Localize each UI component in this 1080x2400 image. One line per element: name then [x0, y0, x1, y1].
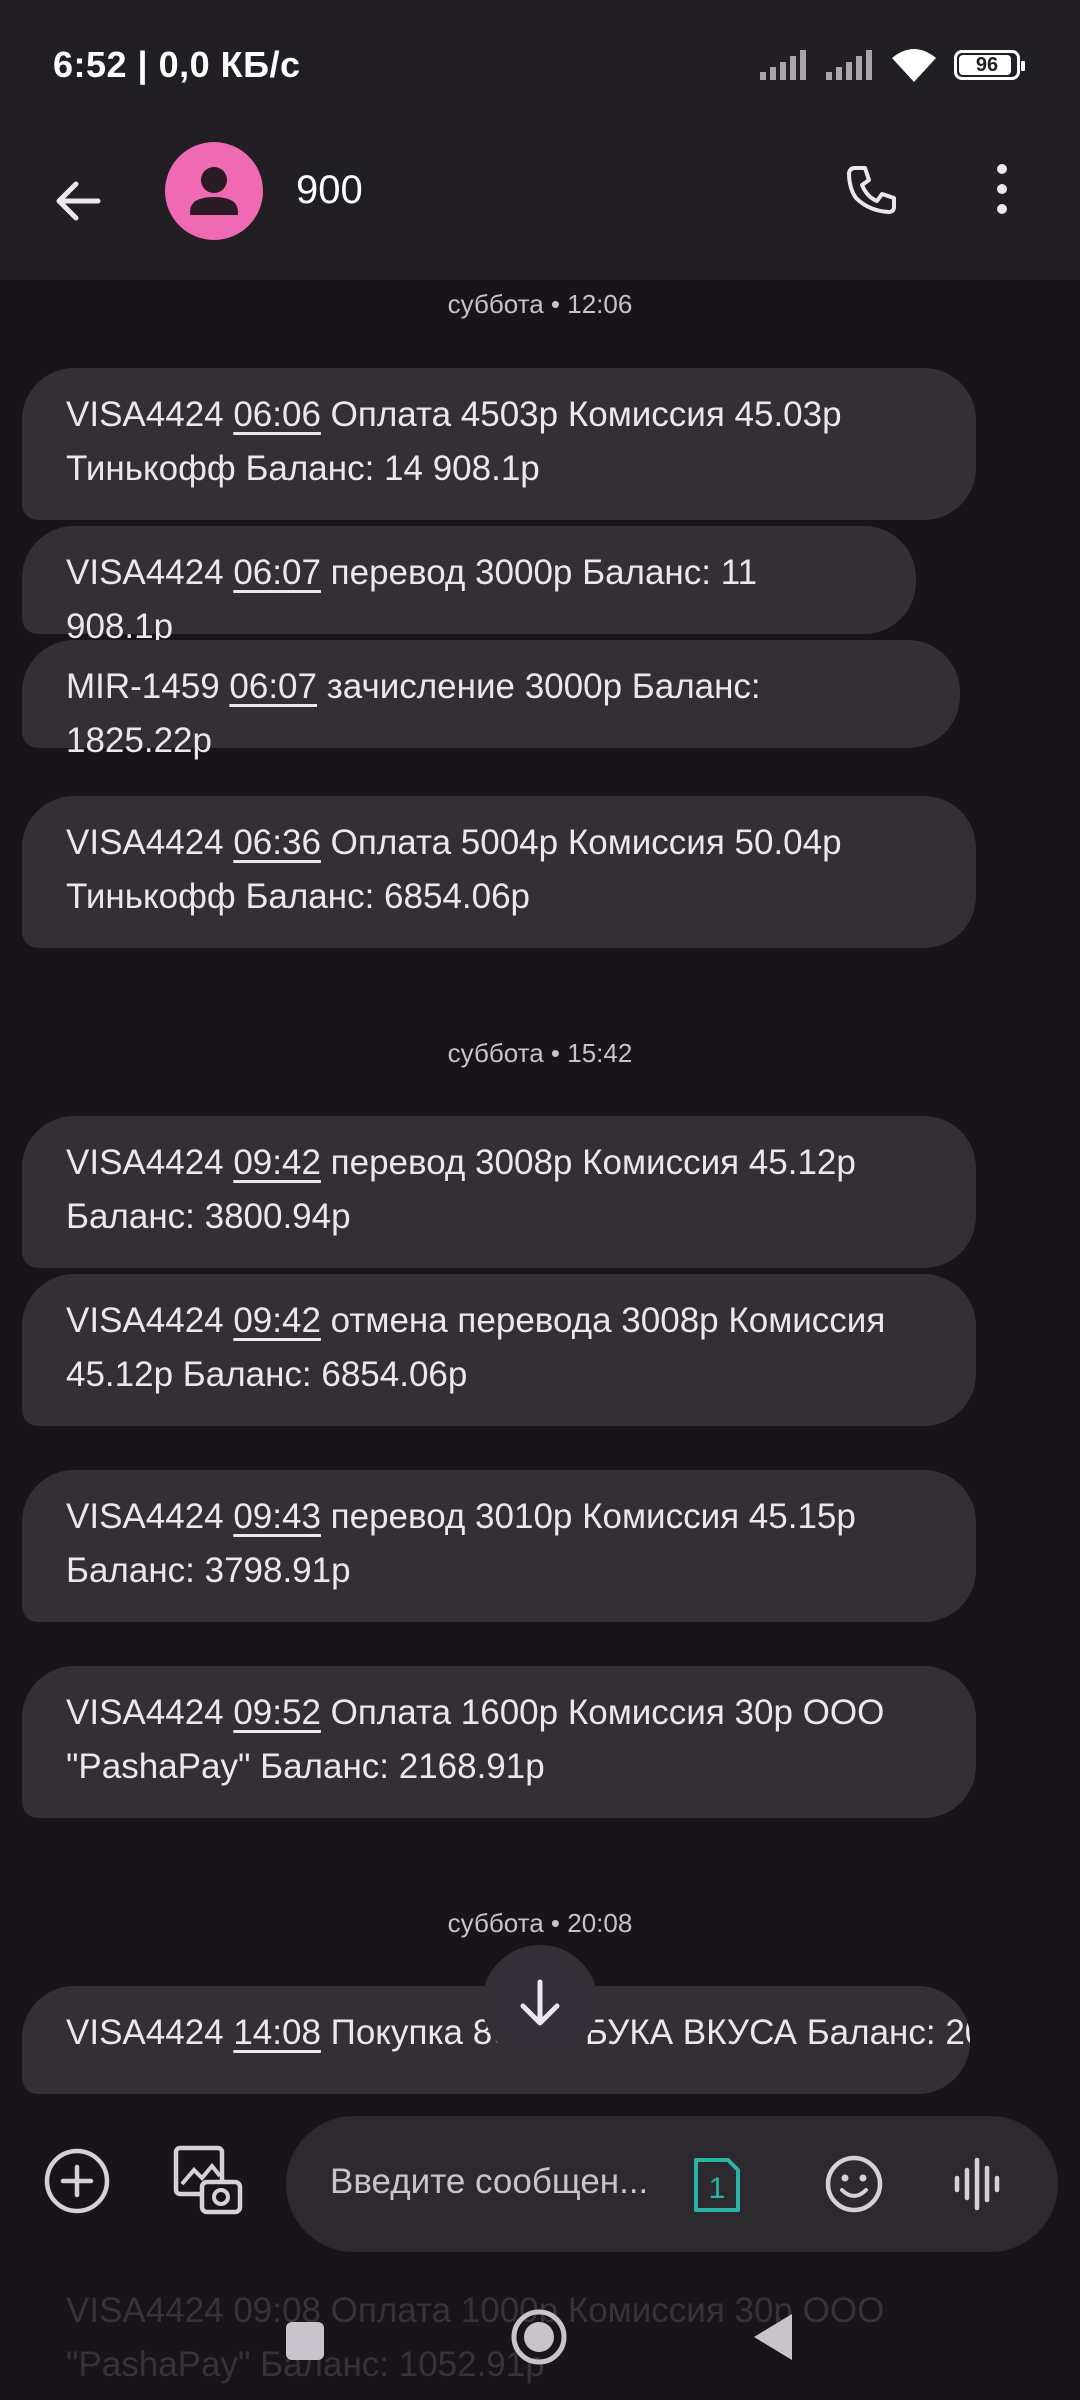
avatar[interactable]: [165, 142, 263, 240]
voice-icon[interactable]: [952, 2154, 1002, 2214]
message-bubble[interactable]: VISA4424 09:42 отмена перевода 3008р Ком…: [22, 1274, 976, 1426]
system-nav-bar: [0, 2260, 1080, 2400]
message-input[interactable]: Введите сообщен... 1: [286, 2116, 1058, 2252]
gallery-icon[interactable]: [172, 2144, 244, 2216]
battery-level: 96: [975, 53, 999, 76]
message-bubble[interactable]: VISA4424 09:52 Оплата 1600р Комиссия 30р…: [22, 1666, 976, 1818]
message-time[interactable]: 06:07: [233, 553, 321, 592]
message-bubble[interactable]: VISA4424 06:07 перевод 3000р Баланс: 11 …: [22, 526, 916, 646]
message-bubble[interactable]: VISA4424 09:43 перевод 3010р Комиссия 45…: [22, 1470, 976, 1622]
signal-icon: [760, 50, 806, 80]
message-time[interactable]: 09:42: [233, 1301, 321, 1340]
conversation-header: 900: [0, 130, 1080, 280]
arrow-back-icon[interactable]: [48, 172, 106, 230]
contact-name[interactable]: 900: [296, 168, 363, 213]
message-bubble[interactable]: VISA4424 06:06 Оплата 4503р Комиссия 45.…: [22, 368, 976, 520]
sim-label: 1: [709, 2172, 726, 2205]
recents-square-icon[interactable]: [286, 2322, 324, 2360]
sim-icon[interactable]: 1: [692, 2156, 742, 2214]
wifi-icon: [892, 49, 936, 82]
home-circle-icon[interactable]: [510, 2308, 568, 2366]
message-time[interactable]: 14:08: [233, 2013, 321, 2052]
status-time-speed: 6:52 | 0,0 КБ/с: [53, 44, 301, 85]
message-bubble[interactable]: VISA4424 06:36 Оплата 5004р Комиссия 50.…: [22, 796, 976, 948]
emoji-icon[interactable]: [824, 2154, 884, 2214]
more-vert-icon[interactable]: [985, 160, 1019, 218]
scroll-to-bottom-button[interactable]: [482, 1945, 598, 2061]
arrow-down-icon: [520, 1979, 560, 2026]
message-time[interactable]: 06:07: [229, 667, 317, 706]
message-time[interactable]: 06:36: [233, 823, 321, 862]
back-triangle-icon[interactable]: [752, 2312, 794, 2362]
status-bar: 6:52 | 0,0 КБ/с 96: [0, 0, 1080, 130]
message-time[interactable]: 09:42: [233, 1143, 321, 1182]
message-time[interactable]: 09:43: [233, 1497, 321, 1536]
message-time[interactable]: 06:06: [233, 395, 321, 434]
add-circle-icon[interactable]: [42, 2146, 112, 2216]
message-bubble[interactable]: MIR-1459 06:07 зачисление 3000р Баланс: …: [22, 640, 960, 760]
message-input-placeholder: Введите сообщен...: [330, 2162, 649, 2201]
status-icons: 96: [760, 48, 1025, 82]
message-bubble[interactable]: VISA4424 09:42 перевод 3008р Комиссия 45…: [22, 1116, 976, 1268]
battery-icon: 96: [954, 50, 1025, 80]
signal-icon: [826, 50, 872, 80]
person-icon: [190, 167, 238, 215]
date-divider: суббота • 20:08: [447, 1908, 633, 1938]
date-divider: суббота • 15:42: [447, 1038, 633, 1068]
message-list[interactable]: суббота • 12:06 VISA4424 06:06 Оплата 45…: [0, 280, 1080, 2110]
phone-icon[interactable]: [843, 160, 901, 218]
compose-bar: Введите сообщен... 1: [0, 2110, 1080, 2260]
message-time[interactable]: 09:52: [233, 1693, 321, 1732]
date-divider: суббота • 12:06: [447, 289, 633, 319]
